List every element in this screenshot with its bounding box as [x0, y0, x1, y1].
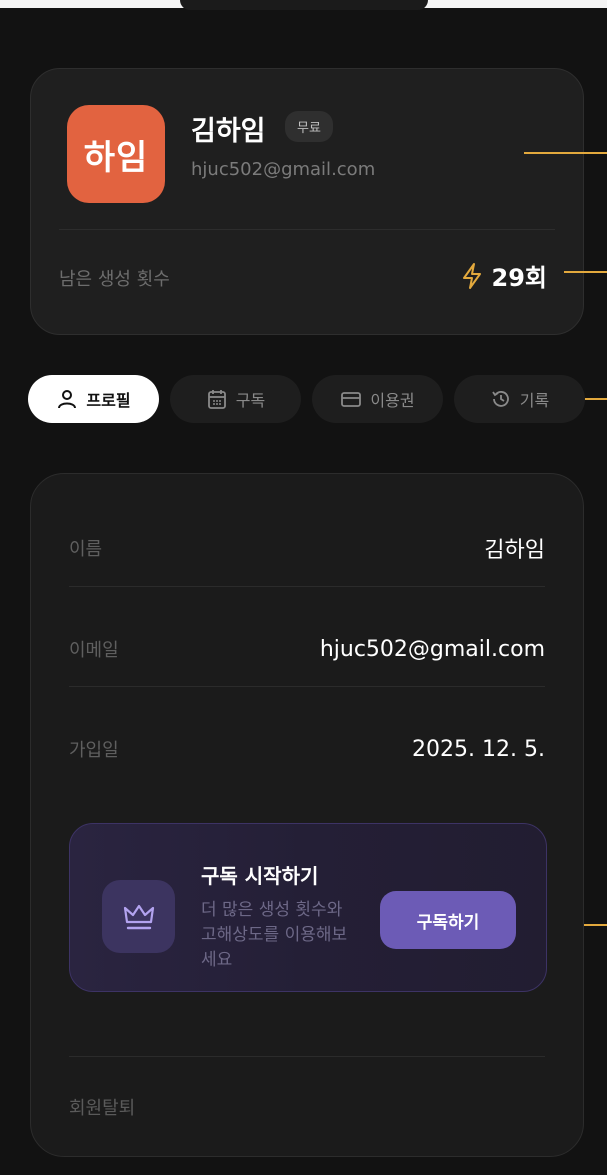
- subscription-promo: 구독 시작하기 더 많은 생성 횟수와 고해상도를 이용해보세요 구독하기: [69, 823, 547, 992]
- info-row-joined: 가입일 2025. 12. 5.: [69, 699, 545, 799]
- email-label: 이메일: [69, 640, 119, 661]
- divider: [69, 686, 545, 687]
- name-label: 이름: [69, 539, 103, 560]
- credit-card-icon: [341, 392, 362, 407]
- joined-value: 2025. 12. 5.: [412, 736, 545, 762]
- tab-label: 이용권: [370, 391, 415, 410]
- tab-profile[interactable]: 프로필: [28, 375, 159, 423]
- email-value: hjuc502@gmail.com: [319, 636, 545, 662]
- promo-title: 구독 시작하기: [201, 864, 319, 888]
- divider: [69, 586, 545, 587]
- guide-line: [564, 271, 607, 273]
- subscribe-button[interactable]: 구독하기: [380, 891, 516, 949]
- person-icon: [58, 390, 77, 409]
- profile-name: 김하임: [191, 116, 266, 147]
- crown-badge: [102, 880, 175, 953]
- joined-label: 가입일: [69, 740, 119, 761]
- tab-label: 기록: [519, 391, 550, 410]
- lightning-icon: [462, 262, 481, 289]
- guide-line: [524, 152, 607, 154]
- divider: [59, 229, 555, 230]
- top-notch: [180, 0, 428, 10]
- remaining-count: 29회: [460, 258, 547, 293]
- info-row-name: 이름 김하임: [69, 498, 545, 598]
- avatar: 하임: [67, 105, 165, 203]
- remaining-count-value: 29회: [491, 264, 547, 292]
- divider: [69, 1056, 545, 1057]
- promo-description: 더 많은 생성 횟수와 고해상도를 이용해보세요: [201, 900, 348, 970]
- info-row-email: 이메일 hjuc502@gmail.com: [69, 599, 545, 699]
- tab-pass[interactable]: 이용권: [312, 375, 443, 423]
- profile-email: hjuc502@gmail.com: [191, 159, 376, 180]
- tab-subscription[interactable]: 구독: [170, 375, 301, 423]
- profile-info-card: 이름 김하임 이메일 hjuc502@gmail.com 가입일 2025. 1…: [30, 473, 584, 1157]
- profile-summary-card: 하임 김하임 무료 hjuc502@gmail.com 남은 생성 횟수 29회: [30, 68, 584, 335]
- history-icon: [492, 391, 509, 407]
- tab-label: 프로필: [86, 391, 131, 410]
- remaining-count-label: 남은 생성 횟수: [59, 269, 170, 290]
- name-value: 김하임: [484, 538, 545, 563]
- tab-bar: 프로필 구독 이용권 기록: [28, 375, 607, 425]
- withdraw-link[interactable]: 회원탈퇴: [69, 1094, 135, 1120]
- calendar-icon: [207, 390, 226, 409]
- plan-badge: 무료: [285, 111, 333, 142]
- tab-history[interactable]: 기록: [454, 375, 585, 423]
- crown-icon: [123, 904, 154, 929]
- tab-label: 구독: [235, 391, 266, 410]
